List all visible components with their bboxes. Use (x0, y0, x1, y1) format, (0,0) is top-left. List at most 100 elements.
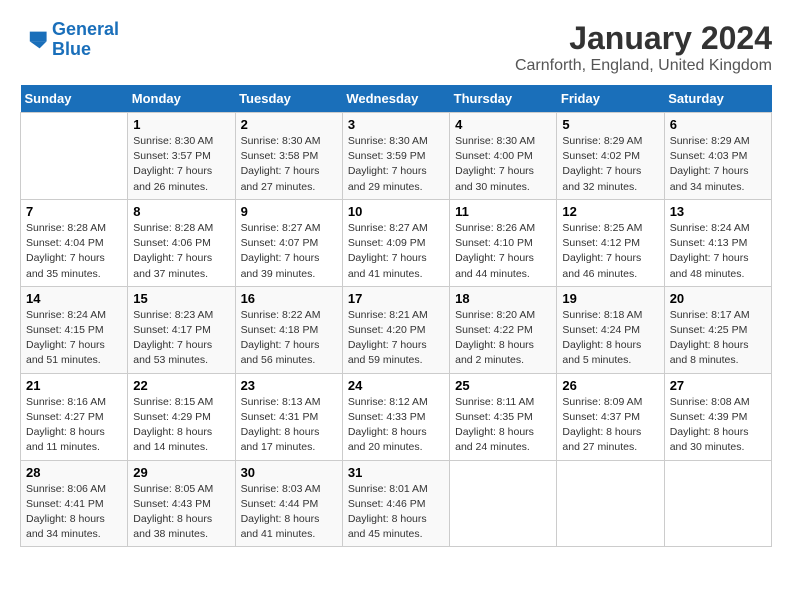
calendar-table: Sunday Monday Tuesday Wednesday Thursday… (20, 85, 772, 547)
calendar-week-row: 21 Sunrise: 8:16 AMSunset: 4:27 PMDayligh… (21, 373, 772, 460)
calendar-cell: 7 Sunrise: 8:28 AMSunset: 4:04 PMDaylight… (21, 199, 128, 286)
calendar-cell: 19 Sunrise: 8:18 AMSunset: 4:24 PMDayligh… (557, 286, 664, 373)
day-number: 5 (562, 117, 658, 132)
day-number: 3 (348, 117, 444, 132)
col-monday: Monday (128, 85, 235, 113)
calendar-cell: 4 Sunrise: 8:30 AMSunset: 4:00 PMDaylight… (450, 113, 557, 200)
calendar-cell: 28 Sunrise: 8:06 AMSunset: 4:41 PMDayligh… (21, 460, 128, 547)
col-thursday: Thursday (450, 85, 557, 113)
day-info: Sunrise: 8:24 AMSunset: 4:15 PMDaylight:… (26, 308, 122, 369)
logo: General Blue (20, 20, 119, 60)
day-info: Sunrise: 8:30 AMSunset: 3:58 PMDaylight:… (241, 134, 337, 195)
calendar-cell (450, 460, 557, 547)
day-number: 7 (26, 204, 122, 219)
day-number: 8 (133, 204, 229, 219)
day-number: 12 (562, 204, 658, 219)
day-number: 9 (241, 204, 337, 219)
day-info: Sunrise: 8:23 AMSunset: 4:17 PMDaylight:… (133, 308, 229, 369)
day-info: Sunrise: 8:21 AMSunset: 4:20 PMDaylight:… (348, 308, 444, 369)
day-number: 15 (133, 291, 229, 306)
col-saturday: Saturday (664, 85, 771, 113)
calendar-cell (21, 113, 128, 200)
calendar-cell: 9 Sunrise: 8:27 AMSunset: 4:07 PMDaylight… (235, 199, 342, 286)
day-info: Sunrise: 8:01 AMSunset: 4:46 PMDaylight:… (348, 482, 444, 543)
day-info: Sunrise: 8:26 AMSunset: 4:10 PMDaylight:… (455, 221, 551, 282)
day-info: Sunrise: 8:05 AMSunset: 4:43 PMDaylight:… (133, 482, 229, 543)
day-info: Sunrise: 8:11 AMSunset: 4:35 PMDaylight:… (455, 395, 551, 456)
calendar-cell: 18 Sunrise: 8:20 AMSunset: 4:22 PMDayligh… (450, 286, 557, 373)
calendar-cell: 26 Sunrise: 8:09 AMSunset: 4:37 PMDayligh… (557, 373, 664, 460)
day-info: Sunrise: 8:08 AMSunset: 4:39 PMDaylight:… (670, 395, 766, 456)
calendar-cell: 23 Sunrise: 8:13 AMSunset: 4:31 PMDayligh… (235, 373, 342, 460)
day-info: Sunrise: 8:16 AMSunset: 4:27 PMDaylight:… (26, 395, 122, 456)
day-number: 16 (241, 291, 337, 306)
day-info: Sunrise: 8:29 AMSunset: 4:02 PMDaylight:… (562, 134, 658, 195)
calendar-body: 1 Sunrise: 8:30 AMSunset: 3:57 PMDaylight… (21, 113, 772, 547)
calendar-week-row: 14 Sunrise: 8:24 AMSunset: 4:15 PMDayligh… (21, 286, 772, 373)
day-number: 28 (26, 465, 122, 480)
day-number: 25 (455, 378, 551, 393)
calendar-cell: 11 Sunrise: 8:26 AMSunset: 4:10 PMDayligh… (450, 199, 557, 286)
calendar-cell (557, 460, 664, 547)
day-info: Sunrise: 8:30 AMSunset: 4:00 PMDaylight:… (455, 134, 551, 195)
calendar-subtitle: Carnforth, England, United Kingdom (515, 57, 772, 75)
col-wednesday: Wednesday (342, 85, 449, 113)
day-info: Sunrise: 8:30 AMSunset: 3:57 PMDaylight:… (133, 134, 229, 195)
day-info: Sunrise: 8:20 AMSunset: 4:22 PMDaylight:… (455, 308, 551, 369)
day-number: 4 (455, 117, 551, 132)
calendar-cell: 13Sunrise: 8:24 AMSunset: 4:13 PMDayligh… (664, 199, 771, 286)
day-info: Sunrise: 8:25 AMSunset: 4:12 PMDaylight:… (562, 221, 658, 282)
day-info: Sunrise: 8:09 AMSunset: 4:37 PMDaylight:… (562, 395, 658, 456)
calendar-cell: 3 Sunrise: 8:30 AMSunset: 3:59 PMDaylight… (342, 113, 449, 200)
day-number: 30 (241, 465, 337, 480)
day-info: Sunrise: 8:27 AMSunset: 4:09 PMDaylight:… (348, 221, 444, 282)
day-number: 14 (26, 291, 122, 306)
calendar-cell: 2 Sunrise: 8:30 AMSunset: 3:58 PMDaylight… (235, 113, 342, 200)
day-info: Sunrise: 8:28 AMSunset: 4:04 PMDaylight:… (26, 221, 122, 282)
calendar-cell: 14 Sunrise: 8:24 AMSunset: 4:15 PMDayligh… (21, 286, 128, 373)
calendar-cell: 25 Sunrise: 8:11 AMSunset: 4:35 PMDayligh… (450, 373, 557, 460)
calendar-cell: 31Sunrise: 8:01 AMSunset: 4:46 PMDayligh… (342, 460, 449, 547)
col-friday: Friday (557, 85, 664, 113)
calendar-cell: 1 Sunrise: 8:30 AMSunset: 3:57 PMDaylight… (128, 113, 235, 200)
day-number: 21 (26, 378, 122, 393)
calendar-cell: 27 Sunrise: 8:08 AMSunset: 4:39 PMDayligh… (664, 373, 771, 460)
calendar-cell: 15 Sunrise: 8:23 AMSunset: 4:17 PMDayligh… (128, 286, 235, 373)
day-number: 26 (562, 378, 658, 393)
logo-text: General Blue (52, 20, 119, 60)
day-info: Sunrise: 8:12 AMSunset: 4:33 PMDaylight:… (348, 395, 444, 456)
col-tuesday: Tuesday (235, 85, 342, 113)
calendar-cell (664, 460, 771, 547)
day-number: 19 (562, 291, 658, 306)
day-number: 24 (348, 378, 444, 393)
day-info: Sunrise: 8:18 AMSunset: 4:24 PMDaylight:… (562, 308, 658, 369)
day-number: 1 (133, 117, 229, 132)
day-number: 23 (241, 378, 337, 393)
day-info: Sunrise: 8:28 AMSunset: 4:06 PMDaylight:… (133, 221, 229, 282)
day-number: 2 (241, 117, 337, 132)
day-info: Sunrise: 8:13 AMSunset: 4:31 PMDaylight:… (241, 395, 337, 456)
day-info: Sunrise: 8:15 AMSunset: 4:29 PMDaylight:… (133, 395, 229, 456)
title-block: January 2024 Carnforth, England, United … (515, 20, 772, 75)
day-number: 27 (670, 378, 766, 393)
calendar-cell: 20Sunrise: 8:17 AMSunset: 4:25 PMDayligh… (664, 286, 771, 373)
day-number: 18 (455, 291, 551, 306)
calendar-cell: 6Sunrise: 8:29 AMSunset: 4:03 PMDaylight… (664, 113, 771, 200)
day-info: Sunrise: 8:06 AMSunset: 4:41 PMDaylight:… (26, 482, 122, 543)
calendar-cell: 8 Sunrise: 8:28 AMSunset: 4:06 PMDaylight… (128, 199, 235, 286)
day-number: 20 (670, 291, 766, 306)
day-info: Sunrise: 8:24 AMSunset: 4:13 PMDaylight:… (670, 221, 766, 282)
page-header: General Blue January 2024 Carnforth, Eng… (20, 20, 772, 75)
day-info: Sunrise: 8:30 AMSunset: 3:59 PMDaylight:… (348, 134, 444, 195)
calendar-cell: 16Sunrise: 8:22 AMSunset: 4:18 PMDayligh… (235, 286, 342, 373)
calendar-cell: 30Sunrise: 8:03 AMSunset: 4:44 PMDayligh… (235, 460, 342, 547)
calendar-cell: 24 Sunrise: 8:12 AMSunset: 4:33 PMDayligh… (342, 373, 449, 460)
calendar-cell: 21 Sunrise: 8:16 AMSunset: 4:27 PMDayligh… (21, 373, 128, 460)
logo-line1: General (52, 19, 119, 39)
col-sunday: Sunday (21, 85, 128, 113)
day-number: 22 (133, 378, 229, 393)
day-info: Sunrise: 8:27 AMSunset: 4:07 PMDaylight:… (241, 221, 337, 282)
day-number: 11 (455, 204, 551, 219)
logo-line2: Blue (52, 39, 91, 59)
calendar-header: Sunday Monday Tuesday Wednesday Thursday… (21, 85, 772, 113)
